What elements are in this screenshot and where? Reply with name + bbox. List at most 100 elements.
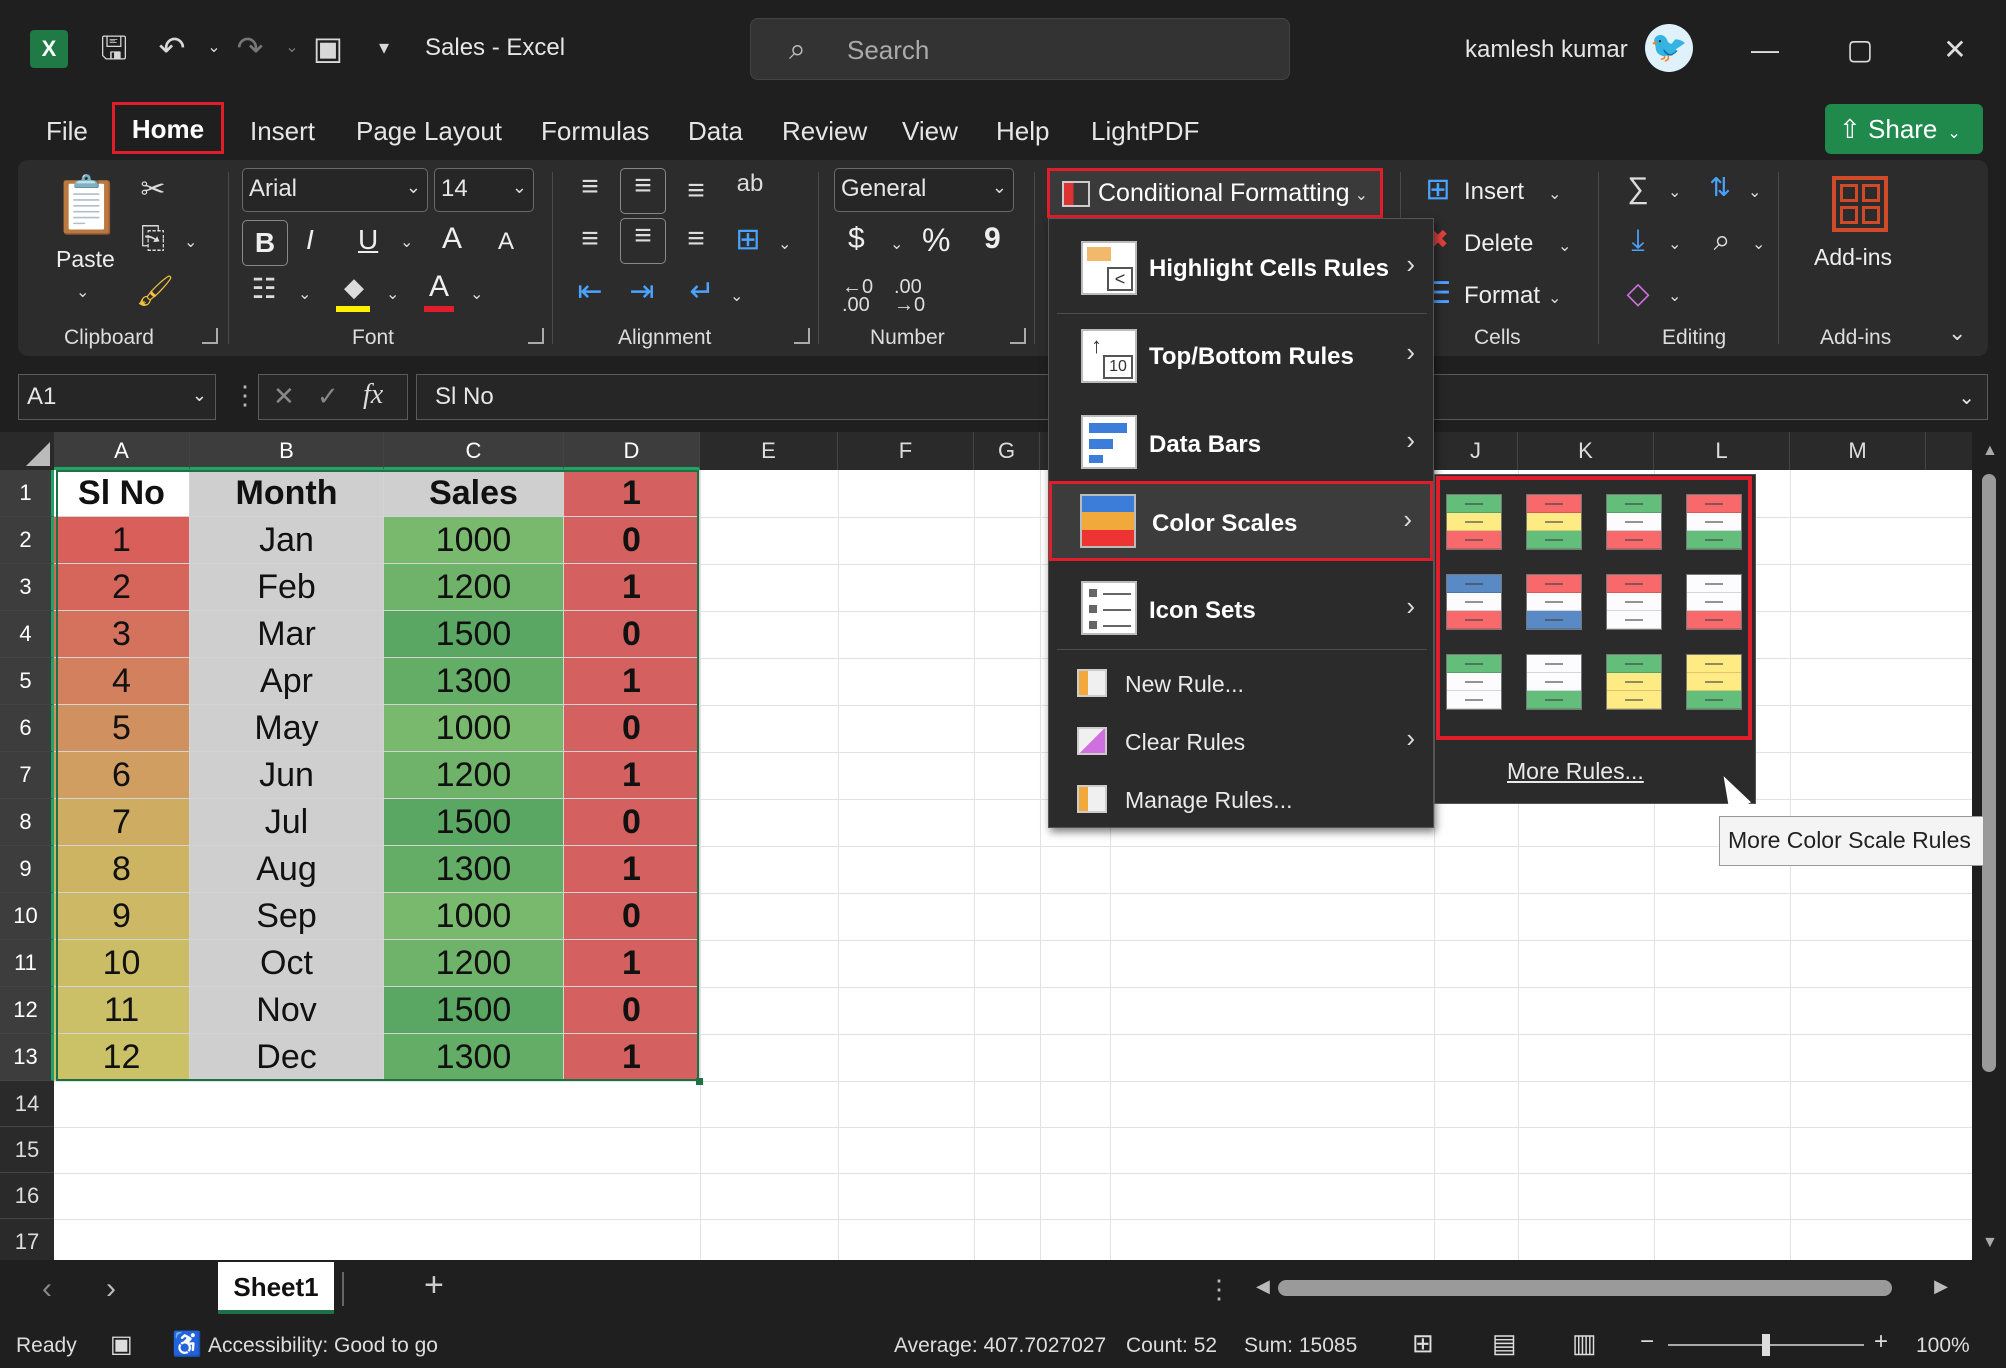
- increase-decimal-button[interactable]: ←0 .00: [842, 277, 882, 315]
- column-header-g[interactable]: G: [974, 432, 1040, 470]
- fill-color-dropdown-icon[interactable]: ⌄: [386, 284, 399, 304]
- increase-indent-icon[interactable]: ⇥: [624, 274, 660, 309]
- align-top-icon[interactable]: ≡: [572, 170, 608, 204]
- row-header-12[interactable]: 12: [0, 987, 54, 1034]
- redo-icon[interactable]: ↷: [228, 26, 272, 70]
- scroll-up-icon[interactable]: ▲: [1982, 442, 1998, 460]
- clipboard-launcher-icon[interactable]: [202, 328, 218, 344]
- comma-button[interactable]: 9: [984, 222, 1001, 256]
- font-name-select[interactable]: Arial ⌄: [242, 168, 428, 212]
- font-launcher-icon[interactable]: [528, 328, 544, 344]
- add-sheet-button[interactable]: +: [424, 1266, 444, 1305]
- find-select-icon[interactable]: ⌕: [1704, 224, 1740, 258]
- menu-item-top-bottom-rules[interactable]: ↑ 10 Top/Bottom Rules ›: [1049, 319, 1433, 395]
- autosum-dropdown-icon[interactable]: ⌄: [1668, 182, 1681, 202]
- align-bottom-icon[interactable]: ≡: [678, 174, 714, 208]
- orientation-icon[interactable]: ab: [730, 170, 770, 198]
- tab-insert[interactable]: Insert: [248, 112, 317, 151]
- align-middle-icon[interactable]: ≡: [620, 168, 666, 214]
- column-header-b[interactable]: B: [190, 432, 384, 470]
- menu-item-manage-rules[interactable]: Manage Rules...: [1049, 771, 1433, 829]
- column-header-e[interactable]: E: [700, 432, 838, 470]
- menu-item-color-scales[interactable]: Color Scales ›: [1049, 481, 1433, 561]
- search-box[interactable]: ⌕ Search: [750, 18, 1290, 80]
- row-header-5[interactable]: 5: [0, 658, 54, 705]
- percent-button[interactable]: %: [922, 222, 950, 259]
- prev-sheet-icon[interactable]: ‹: [42, 1272, 52, 1306]
- fill-color-button[interactable]: ◆: [334, 272, 374, 312]
- conditional-formatting-button[interactable]: Conditional Formatting ⌄: [1047, 168, 1383, 218]
- horizontal-scroll-thumb[interactable]: [1278, 1280, 1892, 1296]
- row-header-6[interactable]: 6: [0, 705, 54, 752]
- font-size-select[interactable]: 14 ⌄: [434, 168, 534, 212]
- currency-button[interactable]: $: [848, 222, 865, 256]
- collapse-ribbon-icon[interactable]: ⌄: [1948, 320, 1966, 346]
- row-header-4[interactable]: 4: [0, 611, 54, 658]
- tab-page-layout[interactable]: Page Layout: [354, 112, 504, 151]
- scroll-down-icon[interactable]: ▼: [1982, 1234, 1998, 1252]
- shrink-font-button[interactable]: A: [498, 228, 514, 256]
- select-all-button[interactable]: [0, 432, 54, 470]
- zoom-level[interactable]: 100%: [1916, 1334, 1970, 1358]
- more-rules-link[interactable]: More Rules...: [1507, 758, 1644, 785]
- row-header-2[interactable]: 2: [0, 517, 54, 564]
- save-icon[interactable]: 🖫: [92, 26, 136, 70]
- row-header-15[interactable]: 15: [0, 1127, 54, 1173]
- maximize-icon[interactable]: ▢: [1830, 22, 1890, 78]
- avatar[interactable]: 🐦: [1645, 24, 1693, 72]
- format-cells-label[interactable]: Format: [1464, 282, 1540, 310]
- column-header-c[interactable]: C: [384, 432, 564, 470]
- bold-button[interactable]: B: [242, 220, 288, 266]
- font-color-dropdown-icon[interactable]: ⌄: [470, 284, 483, 304]
- column-header-k[interactable]: K: [1518, 432, 1654, 470]
- customize-toolbar-icon[interactable]: ▾: [362, 26, 406, 70]
- enter-icon[interactable]: ✓: [317, 381, 339, 412]
- menu-item-new-rule[interactable]: New Rule...: [1049, 655, 1433, 713]
- merge-center-icon[interactable]: ⊞: [728, 222, 768, 257]
- row-header-8[interactable]: 8: [0, 799, 54, 846]
- menu-item-highlight-cells-rules[interactable]: < Highlight Cells Rules ›: [1049, 229, 1433, 309]
- fill-down-icon[interactable]: ⤓: [1620, 224, 1656, 258]
- color-scale-swatch[interactable]: [1446, 494, 1502, 550]
- fill-dropdown-icon[interactable]: ⌄: [1668, 234, 1681, 254]
- camera-icon[interactable]: ▣: [306, 26, 350, 70]
- page-break-view-icon[interactable]: ▥: [1572, 1328, 1597, 1359]
- next-sheet-icon[interactable]: ›: [106, 1272, 116, 1306]
- wrap-dropdown-icon[interactable]: ⌄: [730, 286, 743, 306]
- scroll-left-icon[interactable]: ◀: [1256, 1276, 1270, 1297]
- underline-dropdown-icon[interactable]: ⌄: [400, 232, 413, 252]
- column-header-a[interactable]: A: [54, 432, 190, 470]
- tab-lightpdf[interactable]: LightPDF: [1089, 112, 1201, 151]
- cancel-icon[interactable]: ✕: [273, 381, 295, 412]
- tab-help[interactable]: Help: [994, 112, 1051, 151]
- tab-home[interactable]: Home: [112, 102, 224, 154]
- color-scale-swatch[interactable]: [1446, 574, 1502, 630]
- currency-dropdown-icon[interactable]: ⌄: [890, 234, 903, 254]
- number-launcher-icon[interactable]: [1010, 328, 1026, 344]
- cut-icon[interactable]: ✂: [136, 172, 170, 207]
- sort-filter-dropdown-icon[interactable]: ⌄: [1748, 182, 1761, 202]
- menu-item-icon-sets[interactable]: Icon Sets ›: [1049, 569, 1433, 649]
- sheet-tab-sheet1[interactable]: Sheet1: [218, 1262, 334, 1314]
- color-scale-swatch[interactable]: [1606, 574, 1662, 630]
- page-layout-view-icon[interactable]: ▤: [1492, 1328, 1517, 1359]
- column-header-m[interactable]: M: [1790, 432, 1926, 470]
- sort-filter-icon[interactable]: ⇅: [1700, 172, 1740, 203]
- format-dropdown-icon[interactable]: ⌄: [1548, 288, 1561, 308]
- status-sum[interactable]: Sum: 15085: [1244, 1334, 1357, 1358]
- alignment-launcher-icon[interactable]: [794, 328, 810, 344]
- insert-cells-label[interactable]: Insert: [1464, 178, 1524, 206]
- merge-dropdown-icon[interactable]: ⌄: [778, 234, 791, 254]
- menu-item-data-bars[interactable]: Data Bars ›: [1049, 403, 1433, 483]
- borders-icon[interactable]: ☷: [246, 272, 282, 305]
- row-header-7[interactable]: 7: [0, 752, 54, 799]
- expand-formula-icon[interactable]: ⌄: [1958, 385, 1975, 410]
- menu-item-clear-rules[interactable]: Clear Rules ›: [1049, 713, 1433, 771]
- accessibility-icon[interactable]: ♿: [172, 1330, 202, 1359]
- delete-cells-label[interactable]: Delete: [1464, 230, 1533, 258]
- color-scale-swatch[interactable]: [1526, 654, 1582, 710]
- status-count[interactable]: Count: 52: [1126, 1334, 1217, 1358]
- status-average[interactable]: Average: 407.7027027: [894, 1334, 1106, 1358]
- row-header-9[interactable]: 9: [0, 846, 54, 893]
- tab-data[interactable]: Data: [686, 112, 745, 151]
